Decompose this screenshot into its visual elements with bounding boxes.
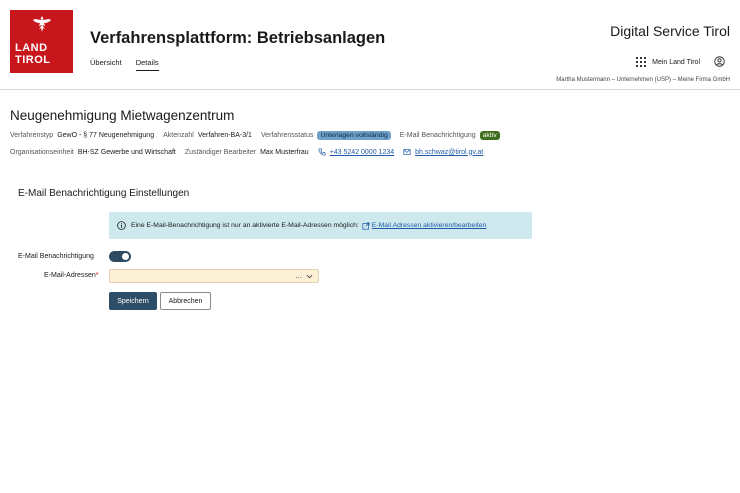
aktenzahl-label: Aktenzahl — [163, 132, 194, 139]
email-adressen-label-text: E-Mail-Adressen — [44, 272, 96, 279]
email-adressen-link-label: E-Mail Adressen aktivieren/bearbeiten — [371, 222, 487, 229]
email-adressen-select[interactable]: ... — [109, 269, 319, 283]
logo-text: LAND TIROL — [15, 42, 51, 66]
aktenzahl-value: Verfahren-BA-3/1 — [197, 132, 252, 139]
main-nav: Übersicht Details — [90, 58, 159, 71]
toggle-knob — [122, 253, 129, 260]
land-tirol-logo[interactable]: LAND TIROL — [10, 10, 73, 73]
phone-icon — [318, 148, 326, 156]
aktiv-badge: aktiv — [479, 131, 500, 140]
select-more-indicator: ... — [295, 271, 302, 280]
tab-uebersicht[interactable]: Übersicht — [90, 58, 122, 71]
grid-dots-icon — [636, 57, 647, 67]
meta-row-1: Verfahrenstyp GewO - § 77 Neugenehmigung… — [10, 131, 509, 140]
mail-icon — [403, 149, 411, 155]
email-adressen-link[interactable]: E-Mail Adressen aktivieren/bearbeiten — [362, 221, 487, 230]
mein-land-tirol-button[interactable]: Mein Land Tirol — [636, 57, 700, 67]
info-text: Eine E-Mail-Benachrichtigung ist nur an … — [131, 222, 359, 229]
verfahrenstyp-label: Verfahrenstyp — [10, 132, 54, 139]
bearbeiter-label: Zuständiger Bearbeiter — [184, 148, 257, 156]
email-adressen-label: E-Mail-Adressen* — [44, 272, 98, 279]
info-icon — [117, 221, 126, 230]
email-notification-toggle[interactable] — [109, 251, 131, 262]
verfahrenstyp-value: GewO - § 77 Neugenehmigung — [57, 132, 155, 139]
external-edit-icon — [362, 221, 370, 230]
save-button[interactable]: Speichern — [109, 292, 157, 310]
user-context-line: Martha Mustermann – Unternehmen (USP) – … — [556, 77, 730, 83]
organisationseinheit-label: Organisationseinheit — [10, 148, 74, 156]
organisationseinheit-value: BH-SZ Gewerbe und Wirtschaft — [77, 148, 176, 156]
tirol-eagle-icon — [33, 16, 51, 32]
user-circle-icon[interactable] — [714, 56, 725, 67]
verfahrensstatus-label: Verfahrensstatus — [260, 132, 314, 139]
toggle-label: E-Mail Benachrichtigung — [18, 253, 94, 260]
section-title: E-Mail Benachrichtigung Einstellungen — [18, 188, 190, 199]
mein-land-tirol-label: Mein Land Tirol — [652, 58, 700, 66]
logo-line-tirol: TIROL — [15, 54, 51, 66]
app-header: LAND TIROL Verfahrensplattform: Betriebs… — [0, 0, 740, 90]
tab-details[interactable]: Details — [135, 58, 159, 71]
cancel-button[interactable]: Abbrechen — [160, 292, 211, 310]
app-title: Verfahrensplattform: Betriebsanlagen — [90, 29, 386, 47]
brand-name: Digital Service Tirol — [610, 23, 730, 39]
email-link[interactable]: bh.schwaz@tirol.gv.at — [415, 149, 483, 156]
phone-link[interactable]: +43 5242 0000 1234 — [330, 149, 394, 156]
required-asterisk: * — [95, 272, 99, 279]
logo-line-land: LAND — [15, 42, 48, 54]
page-title: Neugenehmigung Mietwagenzentrum — [10, 108, 235, 123]
chevron-down-icon — [306, 274, 313, 279]
status-badge: Unterlagen vollständig — [317, 131, 391, 140]
email-benachrichtigung-label: E-Mail Benachrichtigung — [399, 132, 476, 139]
info-banner: Eine E-Mail-Benachrichtigung ist nur an … — [109, 212, 532, 239]
bearbeiter-value: Max Musterfrau — [260, 148, 309, 156]
meta-row-2: Organisationseinheit BH-SZ Gewerbe und W… — [10, 148, 492, 156]
